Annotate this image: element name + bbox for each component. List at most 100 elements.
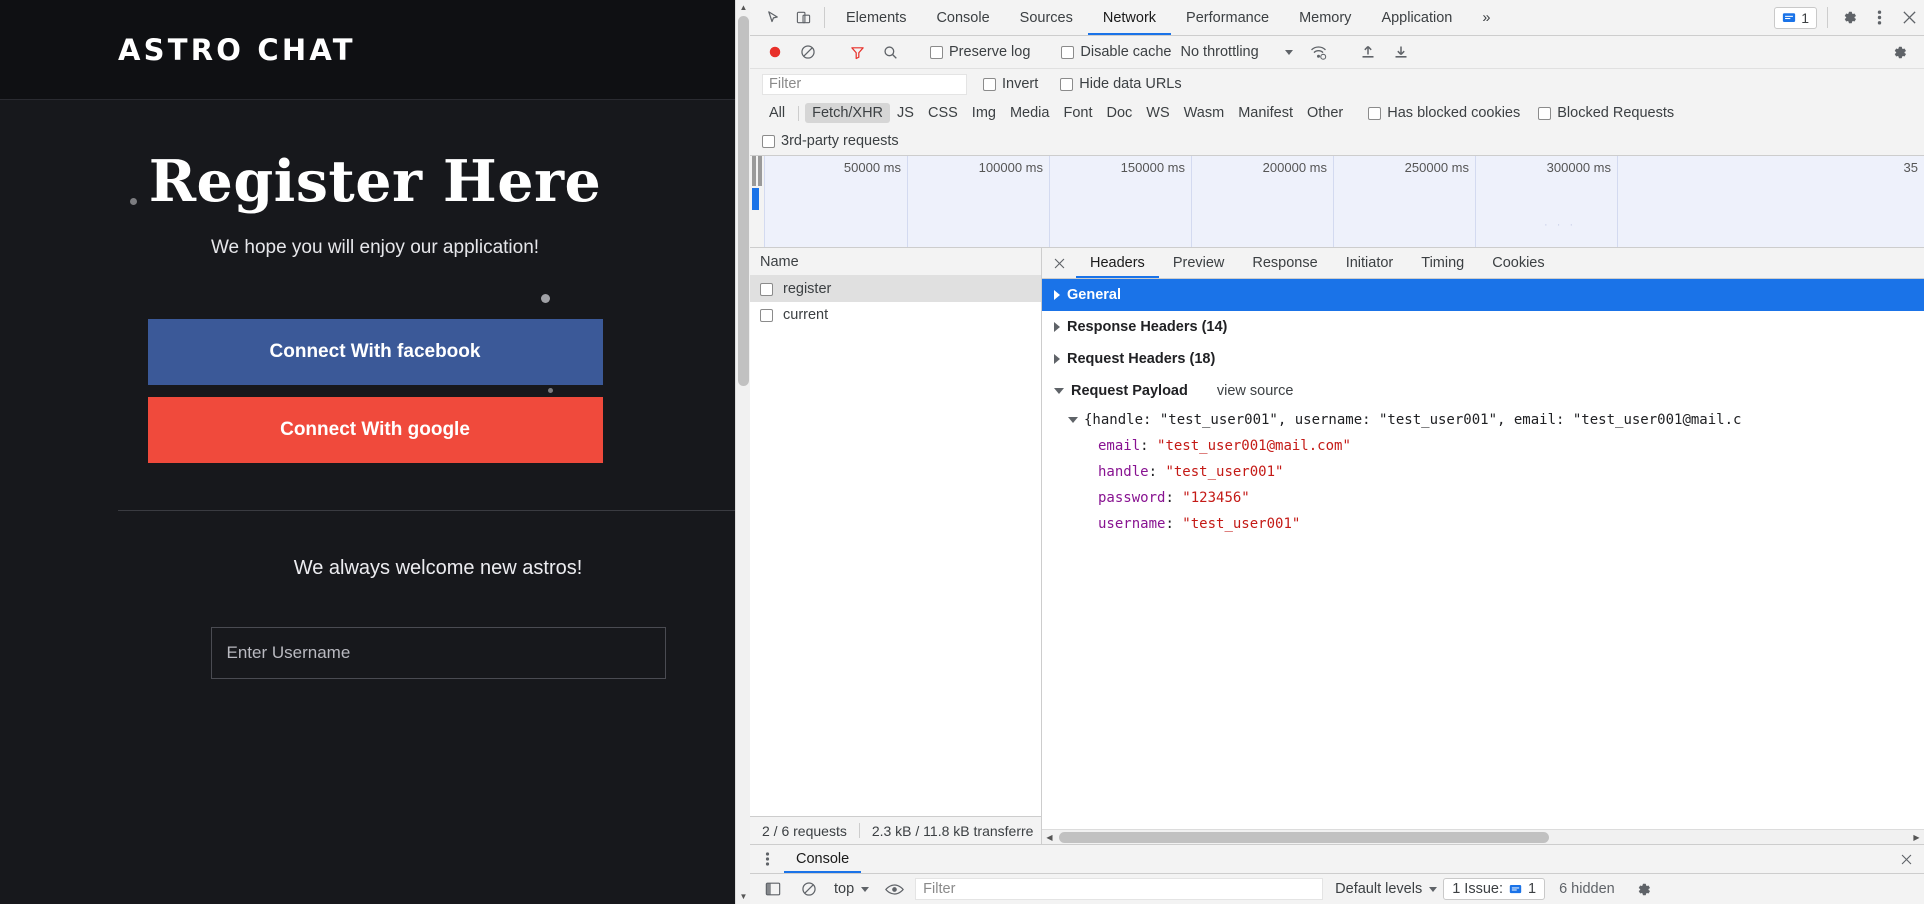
payload-entry-handle: handle: "test_user001" [1098,464,1284,480]
table-row[interactable]: register [750,276,1041,302]
clear-console-icon[interactable] [794,876,824,902]
row-checkbox[interactable] [760,308,773,322]
section-general[interactable]: General [1042,279,1924,311]
has-blocked-cookies-checkbox[interactable]: Has blocked cookies [1368,105,1520,121]
type-filter-font[interactable]: Font [1056,103,1099,123]
section-response-headers[interactable]: Response Headers (14) [1042,311,1924,343]
tab-console[interactable]: Console [921,0,1004,35]
section-request-payload-label: Request Payload [1071,383,1188,399]
request-rows: register current [750,276,1041,816]
record-button-icon[interactable] [760,39,790,65]
payload-summary-row[interactable]: {handle: "test_user001", username: "test… [1054,407,1924,433]
tab-performance[interactable]: Performance [1171,0,1284,35]
import-har-upload-icon[interactable] [1353,39,1383,65]
table-row[interactable]: current [750,302,1041,328]
section-request-payload[interactable]: Request Payload view source [1042,375,1924,407]
blocked-requests-checkbox[interactable]: Blocked Requests [1538,105,1674,121]
overview-grip-right[interactable] [758,156,762,186]
tab-cookies[interactable]: Cookies [1478,248,1558,278]
type-filter-css[interactable]: CSS [921,103,965,123]
tab-preview[interactable]: Preview [1159,248,1239,278]
tab-timing[interactable]: Timing [1407,248,1478,278]
tab-headers[interactable]: Headers [1076,248,1159,278]
type-filter-doc[interactable]: Doc [1099,103,1139,123]
overview-grip-left[interactable] [752,156,756,186]
type-filter-manifest[interactable]: Manifest [1231,103,1300,123]
close-devtools-icon[interactable] [1894,0,1924,35]
type-filter-ws[interactable]: WS [1139,103,1176,123]
more-tabs-chevron-icon[interactable]: » [1467,0,1505,35]
scroll-down-arrow[interactable]: ▼ [736,889,750,904]
detail-horizontal-scrollbar[interactable]: ◀ ▶ [1042,829,1924,844]
view-source-link[interactable]: view source [1217,383,1294,399]
type-filter-img[interactable]: Img [965,103,1003,123]
more-options-kebab-icon[interactable] [1864,0,1894,35]
third-party-requests-checkbox[interactable]: 3rd-party requests [762,133,899,149]
connect-google-button[interactable]: Connect With google [147,397,603,463]
hscroll-thumb[interactable] [1059,831,1549,843]
invert-checkbox[interactable]: Invert [983,76,1038,92]
network-settings-gear-icon[interactable] [1884,39,1914,65]
close-detail-icon[interactable] [1042,248,1076,278]
type-filter-js[interactable]: JS [890,103,921,123]
device-toolbar-icon[interactable] [788,0,818,35]
tab-network[interactable]: Network [1088,0,1171,35]
username-input[interactable] [210,627,666,679]
scroll-up-arrow[interactable]: ▲ [736,0,750,15]
detail-tabbar: Headers Preview Response Initiator Timin… [1042,248,1924,279]
export-har-download-icon[interactable] [1386,39,1416,65]
drawer-tab-console[interactable]: Console [784,846,861,873]
throttling-dropdown[interactable]: No throttling [1180,44,1293,60]
filter-funnel-icon[interactable] [842,39,872,65]
hscroll-track[interactable] [1057,830,1909,845]
drawer-more-options-kebab-icon[interactable] [750,851,784,867]
issues-counter-button[interactable]: 1 [1774,7,1817,29]
tab-application[interactable]: Application [1366,0,1467,35]
scrollbar-thumb[interactable] [738,16,749,386]
scroll-right-arrow[interactable]: ▶ [1909,833,1924,842]
hide-data-urls-checkbox[interactable]: Hide data URLs [1060,76,1182,92]
tab-response[interactable]: Response [1238,248,1331,278]
overview-track[interactable]: 50000 ms 100000 ms 150000 ms 200000 ms 2… [764,156,1924,247]
network-status-bar: 2 / 6 requests 2.3 kB / 11.8 kB transfer… [750,816,1041,844]
payload-entry-email: email: "test_user001@mail.com" [1098,438,1351,454]
checkbox-box [1538,106,1552,120]
section-request-headers-label: Request Headers (18) [1067,351,1216,367]
payload-entry-username: username: "test_user001" [1098,516,1301,532]
network-filter-row: Invert Hide data URLs [750,69,1924,99]
type-filter-media[interactable]: Media [1003,103,1057,123]
scroll-left-arrow[interactable]: ◀ [1042,833,1057,842]
console-sidebar-toggle-icon[interactable] [758,876,788,902]
request-list-column-header[interactable]: Name [750,248,1041,276]
console-context-selector[interactable]: top [834,881,870,897]
section-request-headers[interactable]: Request Headers (18) [1042,343,1924,375]
preserve-log-checkbox[interactable]: Preserve log [930,44,1030,60]
search-icon[interactable] [875,39,905,65]
settings-gear-icon[interactable] [1834,0,1864,35]
page-scrollbar[interactable]: ▲ ▼ [735,0,750,904]
live-expression-eye-icon[interactable] [879,876,909,902]
request-name-label: register [783,281,832,297]
console-settings-gear-icon[interactable] [1629,881,1659,898]
close-drawer-icon[interactable] [1888,853,1924,866]
network-filter-input[interactable] [762,73,967,95]
clear-requests-icon[interactable] [793,39,823,65]
type-filter-other[interactable]: Other [1300,103,1350,123]
connect-facebook-button[interactable]: Connect With facebook [147,319,603,385]
tab-memory[interactable]: Memory [1284,0,1366,35]
tab-sources[interactable]: Sources [1005,0,1088,35]
tab-elements[interactable]: Elements [831,0,921,35]
network-overview-timeline[interactable]: 50000 ms 100000 ms 150000 ms 200000 ms 2… [750,156,1924,248]
type-filter-fetch-xhr[interactable]: Fetch/XHR [805,103,891,123]
console-issues-button[interactable]: 1 Issue: 1 [1443,878,1546,900]
row-checkbox[interactable] [760,282,773,296]
disable-cache-checkbox[interactable]: Disable cache [1061,44,1171,60]
overview-gutter[interactable] [750,156,764,247]
inspect-element-icon[interactable] [758,0,788,35]
type-filter-all[interactable]: All [762,103,792,123]
type-filter-wasm[interactable]: Wasm [1177,103,1232,123]
console-filter-input[interactable] [915,878,1324,900]
tab-initiator[interactable]: Initiator [1332,248,1408,278]
console-levels-dropdown[interactable]: Default levels [1335,881,1438,897]
network-conditions-icon[interactable] [1304,39,1334,65]
